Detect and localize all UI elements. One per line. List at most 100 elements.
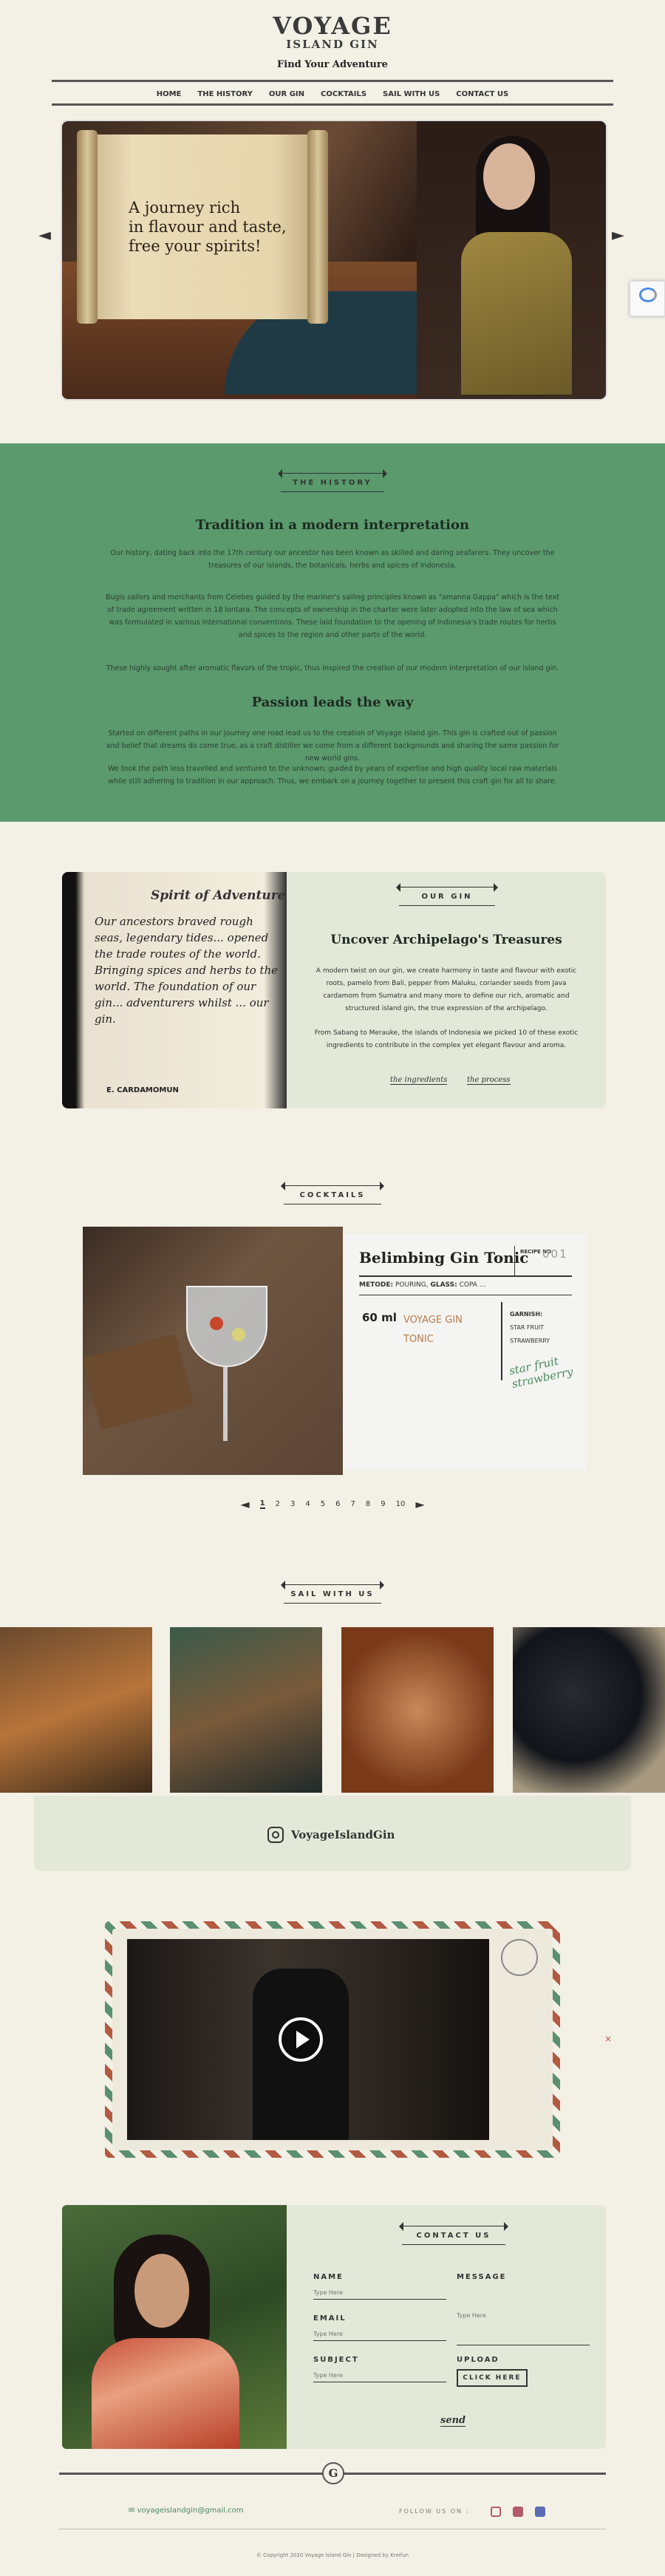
method-value: POURING, [395,1281,429,1289]
garnish-label: GARNISH: [510,1311,543,1318]
method-label: METODE: [359,1281,394,1289]
glass-value: COPA ... [459,1281,486,1289]
page-1[interactable]: 1 [259,1499,265,1509]
cocktail-image [83,1227,343,1475]
hero-next-arrow-icon[interactable]: ► [612,226,624,245]
pager-next-icon[interactable]: ► [415,1497,424,1511]
message-field[interactable] [457,2286,590,2345]
sail-ribbon: SAIL WITH US [281,1581,384,1604]
play-button-icon[interactable] [279,2017,323,2062]
postcard-inner [112,1929,553,2150]
doc-text: Our ancestors braved rough seas, legenda… [95,915,279,1026]
our-gin-title: Uncover Archipelago's Treasures [330,933,562,947]
close-icon[interactable]: × [604,2034,612,2044]
instagram-social-icon[interactable] [491,2507,501,2517]
hero-prev-arrow-icon[interactable]: ◄ [38,226,51,245]
contact-ribbon: CONTACT US [399,2222,508,2245]
email-field[interactable] [313,2328,446,2341]
cocktails-ribbon: COCKTAILS [281,1182,384,1204]
our-gin-p2: From Sabang to Merauke, the islands of I… [314,1029,579,1049]
process-link[interactable]: the process [467,1076,511,1085]
nav-home[interactable]: HOME [157,90,182,98]
subject-field[interactable] [313,2369,446,2382]
hero-slider: A journey rich in flavour and taste, fre… [62,121,606,399]
hero-text-line2: in flavour and taste, [129,218,287,236]
gin-glass [186,1286,267,1367]
nav-contact[interactable]: CONTACT US [456,90,508,98]
star-fruit [232,1328,245,1341]
recipe-rule [359,1275,572,1277]
footer-email-container[interactable]: ✉ voyageislandgin@gmail.com [129,2507,244,2515]
our-gin-ribbon: OUR GIN [396,883,498,906]
doc-footer: E. CARDAMOMUN [106,1086,179,1094]
recaptcha-badge[interactable] [630,281,665,316]
page-4[interactable]: 4 [305,1500,310,1508]
nav-divider-bottom [52,103,613,106]
nav-divider-top [52,80,613,82]
page-6[interactable]: 6 [335,1500,340,1508]
our-gin-p1: A modern twist on our gin, we create har… [316,967,577,1012]
youtube-social-icon[interactable] [513,2507,523,2517]
copyright: © Copyright 2020 Voyage Island Gin | Des… [256,2552,409,2558]
snack-board [83,1333,194,1431]
contact-card: CONTACT US NAME EMAIL SUBJECT MESSAGE UP… [62,2205,606,2449]
our-gin-card: Spirit of Adventure Our ancestors braved… [62,872,606,1108]
nav-sail[interactable]: SAIL WITH US [383,90,440,98]
brand-line1: VOYAGE [273,12,392,40]
hero-text-line3: free your spirits! [129,237,262,255]
brand-logo[interactable]: VOYAGE ISLAND GIN Find Your Adventure [0,13,665,70]
nav-our-gin[interactable]: OUR GIN [269,90,304,98]
hero-text: A journey rich in flavour and taste, fre… [129,198,287,256]
instagram-banner[interactable]: VoyageIslandGin [34,1796,631,1871]
instagram-icon [267,1827,284,1843]
email-label: EMAIL [313,2314,347,2323]
recipe-divider [514,1246,515,1275]
brand-tagline: Find Your Adventure [277,59,388,70]
ingredients-link[interactable]: the ingredients [390,1076,448,1085]
upload-button[interactable]: CLICK HERE [457,2369,528,2387]
instagram-photo-3[interactable] [341,1627,494,1793]
garnish-1: STAR FRUIT [510,1324,545,1331]
history-heading-2: Passion leads the way [251,695,414,710]
footer-email: voyageislandgin@gmail.com [137,2507,244,2515]
brand-line2: ISLAND GIN [286,38,379,51]
name-field[interactable] [313,2286,446,2300]
video-postcard [105,1921,560,2158]
footer-logo[interactable]: G [322,2462,344,2484]
facebook-social-icon[interactable] [535,2507,545,2517]
garnish-divider [501,1302,502,1380]
page-7[interactable]: 7 [350,1500,355,1508]
face-shape [483,143,535,210]
hero-text-line1: A journey rich [129,199,241,217]
nav-history[interactable]: THE HISTORY [197,90,253,98]
instagram-photo-2[interactable] [170,1627,322,1793]
instagram-photo-4[interactable] [513,1627,665,1793]
subject-label: SUBJECT [313,2356,359,2364]
message-label: MESSAGE [457,2273,507,2281]
spirit-document-image: Spirit of Adventure Our ancestors braved… [62,872,287,1108]
glass-stem [223,1367,228,1441]
recipe-card: Belimbing Gin Tonic RECIPE NO. 001 METOD… [343,1234,587,1471]
face-shape-2 [134,2254,189,2328]
instagram-photo-1[interactable] [0,1627,152,1793]
hero-woman-image [417,121,606,399]
video-player[interactable] [127,1939,489,2140]
history-p2: Bugis sailors and merchants from Celebes… [105,593,560,639]
page-3[interactable]: 3 [290,1500,295,1508]
doc-title: Spirit of Adventure [151,888,286,903]
cocktail-name: Belimbing Gin Tonic [359,1249,529,1267]
send-button[interactable]: send [440,2415,466,2427]
instagram-handle: VoyageIslandGin [291,1828,395,1841]
mail-icon: ✉ [129,2507,137,2515]
page-9[interactable]: 9 [381,1500,385,1508]
garnish-script: star fruit strawberry [508,1354,574,1391]
cocktail-pager: ◄ 1 2 3 4 5 6 7 8 9 10 ► [0,1497,665,1511]
pager-prev-icon[interactable]: ◄ [240,1497,249,1511]
page-5[interactable]: 5 [321,1500,325,1508]
nav-cocktails[interactable]: COCKTAILS [321,90,366,98]
page-10[interactable]: 10 [396,1500,406,1508]
history-section: THE HISTORY Tradition in a modern interp… [0,443,665,822]
strawberry [210,1317,223,1330]
page-8[interactable]: 8 [366,1500,370,1508]
page-2[interactable]: 2 [276,1500,280,1508]
